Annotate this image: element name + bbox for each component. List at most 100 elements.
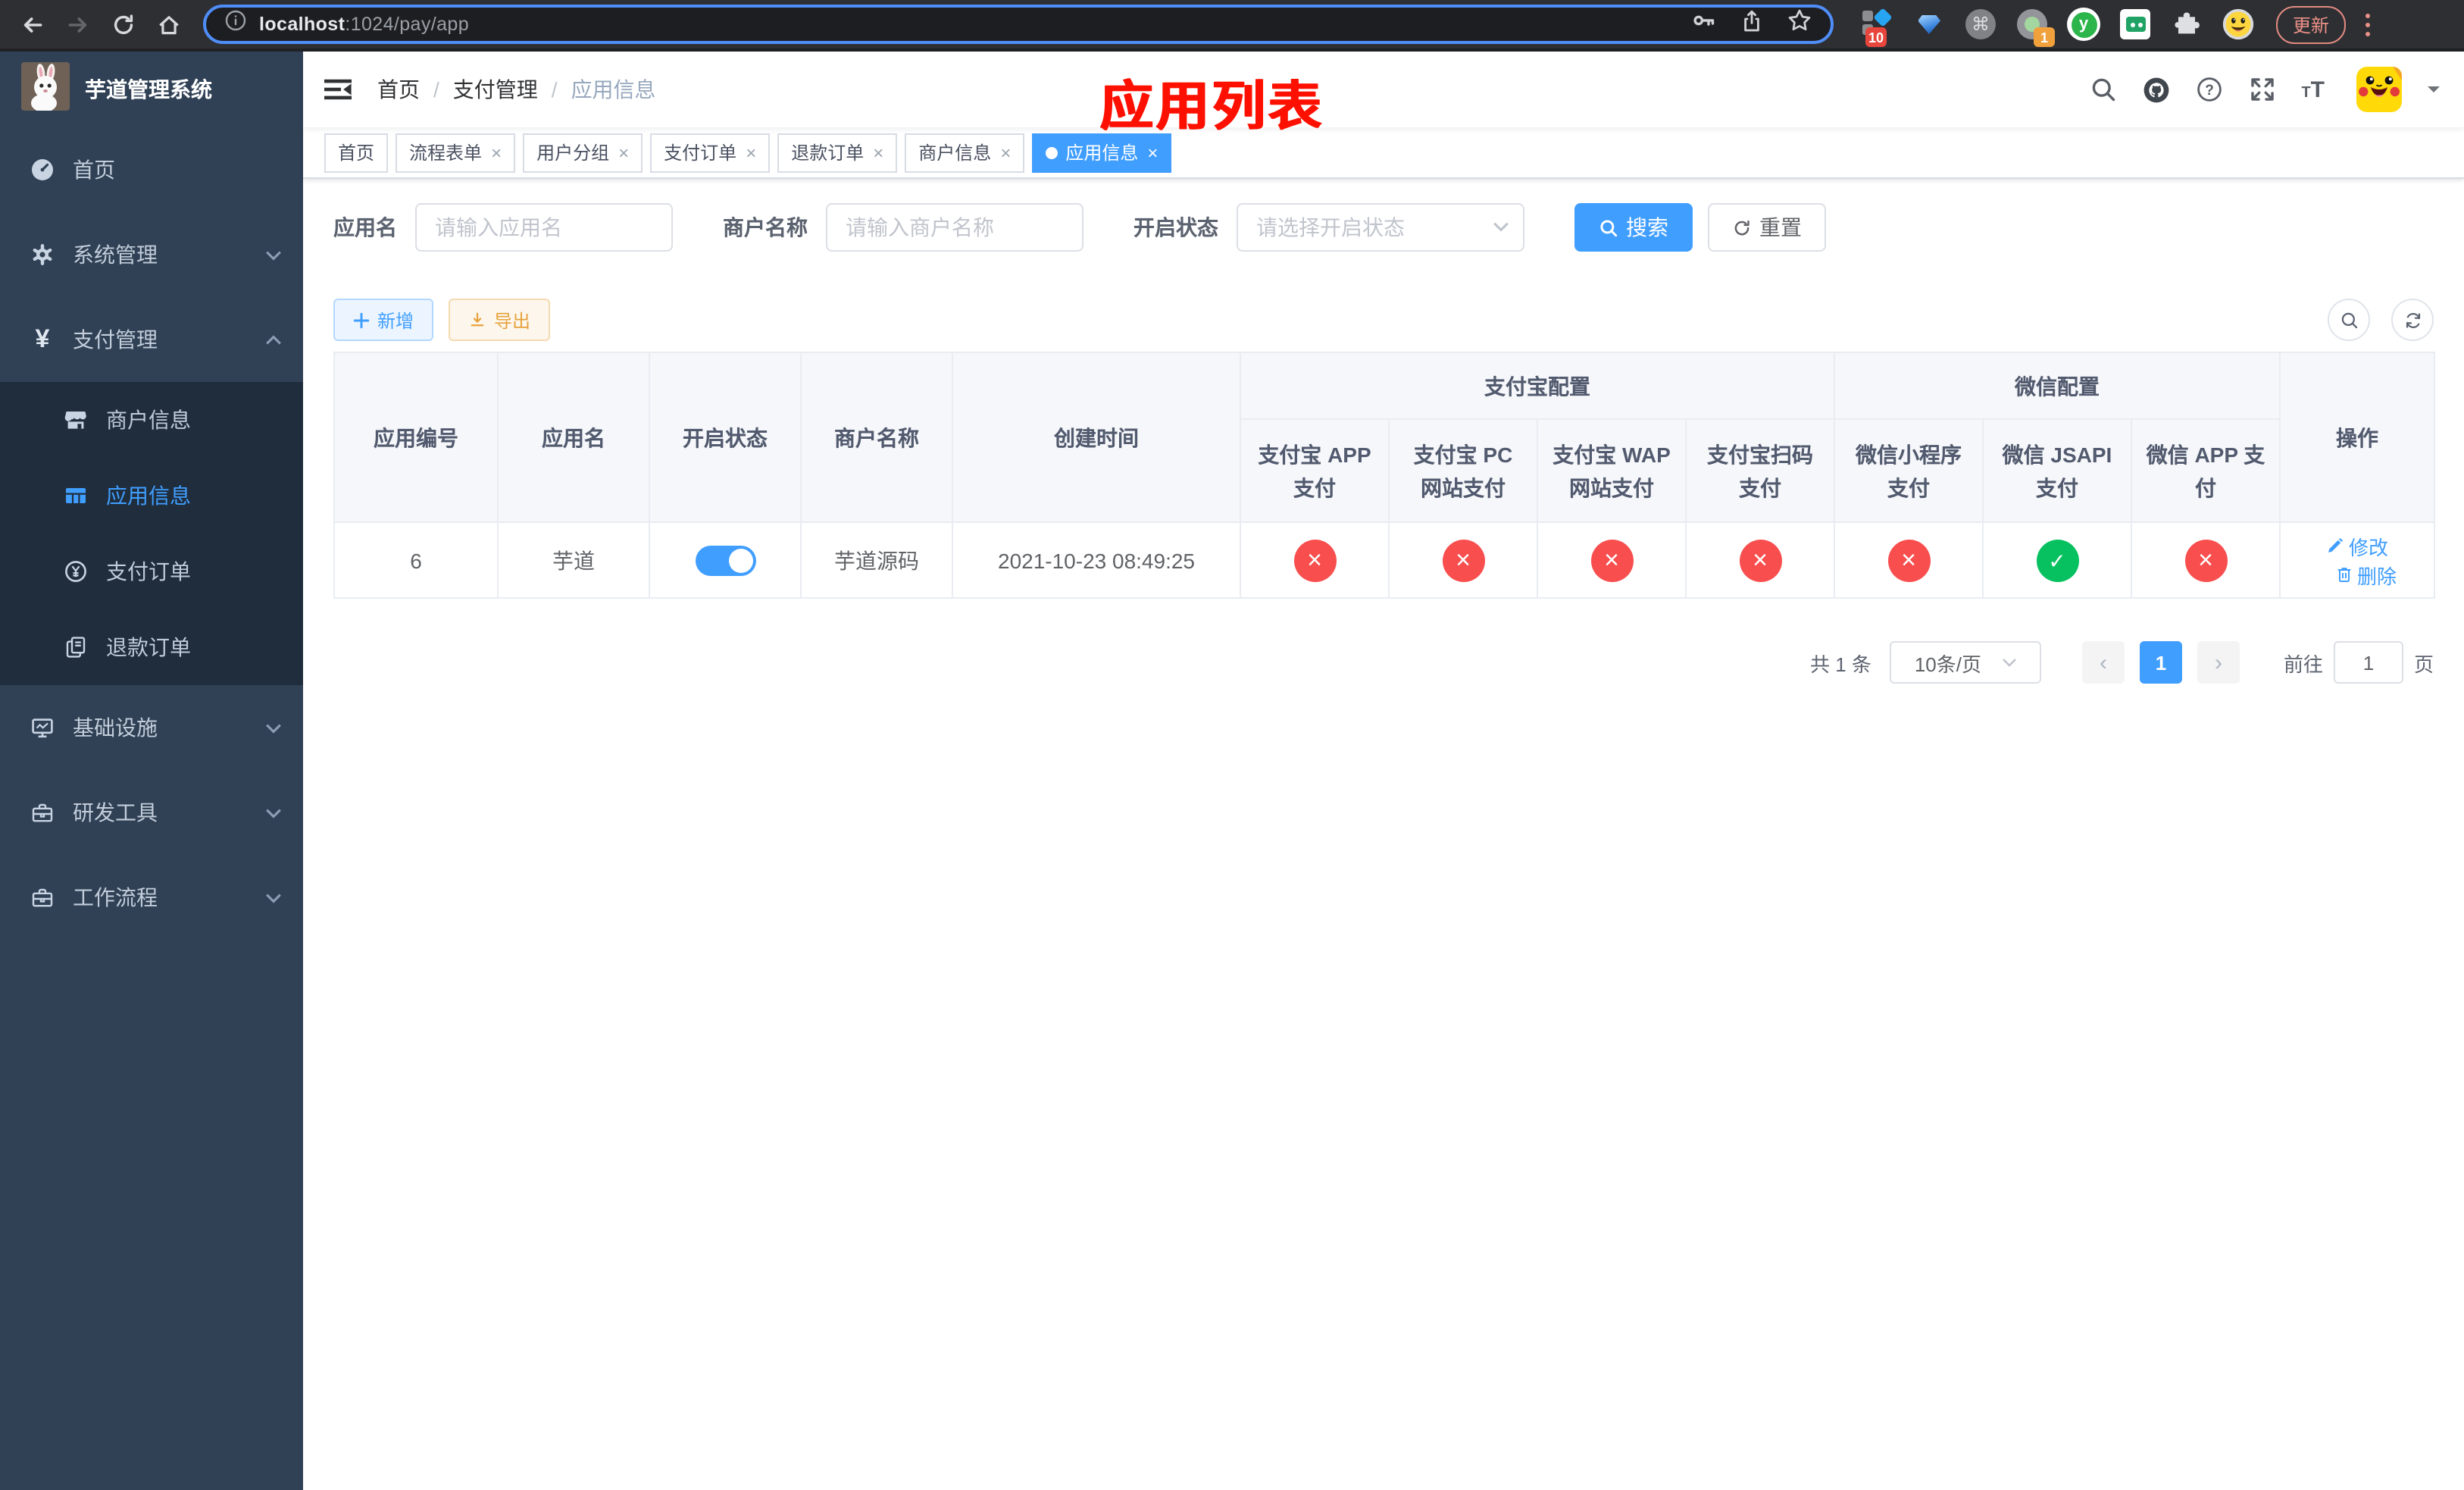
url-text[interactable]: localhost:1024/pay/app [259,14,469,35]
browser-menu-icon[interactable] [2364,13,2370,36]
delete-link[interactable]: 删除 [2334,560,2397,589]
browser-update-button[interactable]: 更新 [2276,5,2347,43]
sidebar-item-payment-management[interactable]: ¥ 支付管理 [0,297,303,382]
home-icon[interactable] [149,5,188,44]
back-icon[interactable] [12,5,52,44]
profile-avatar[interactable] [2222,8,2255,41]
cell-app-id: 6 [333,521,499,599]
status-toggle[interactable] [695,545,755,575]
monitor-icon [32,718,53,738]
sidebar-item-app-info[interactable]: 应用信息 [0,458,303,534]
status-label: 开启状态 [1134,215,1218,239]
breadcrumb-payment-management[interactable]: 支付管理 [453,74,538,105]
logo-rabbit-image [21,61,70,117]
search-icon[interactable] [2089,76,2116,103]
app-logo[interactable]: 芋道管理系统 [0,52,303,127]
extension-y-icon[interactable]: y [2067,8,2100,41]
plus-icon [353,311,370,328]
col-alipay-app: 支付宝 APP 支付 [1240,418,1390,523]
sidebar-item-infrastructure[interactable]: 基础设施 [0,685,303,770]
tab-process-form[interactable]: 流程表单 × [396,133,516,172]
add-button[interactable]: 新增 [333,299,434,341]
password-key-icon[interactable] [1691,8,1717,41]
prev-page-button[interactable]: ‹ [2081,641,2125,684]
next-page-button[interactable]: › [2197,641,2240,684]
table-row: 6 芋道 芋道源码 2021-10-23 08:49:25 × × × × × … [333,521,2436,599]
toggle-search-button[interactable] [2328,299,2370,341]
forward-icon[interactable] [58,5,97,44]
help-icon[interactable]: ? [2195,76,2222,103]
reset-button[interactable]: 重置 [1708,203,1826,252]
page-size-select[interactable]: 10条/页 [1889,641,2041,684]
address-bar[interactable]: localhost:1024/pay/app [203,5,1834,44]
filter-form: 应用名 商户名称 开启状态 [333,203,2434,252]
tab-user-group[interactable]: 用户分组 × [523,133,643,172]
refresh-icon [2405,311,2420,328]
cell-app-name: 芋道 [497,521,650,599]
chevron-down-icon [266,250,281,260]
tab-refund-order[interactable]: 退款订单 × [777,133,898,172]
hamburger-icon[interactable] [323,74,353,105]
fullscreen-icon[interactable] [2248,76,2275,103]
app-window: 芋道管理系统 首页 系统管理 ¥ 支付管理 商户信息 应用信息 支付订单 退款订… [0,52,2464,1490]
extension-chat-icon[interactable] [2118,8,2152,41]
chevron-up-icon [266,334,281,344]
tab-merchant-info[interactable]: 商户信息 × [905,133,1025,172]
user-avatar[interactable] [2356,67,2402,112]
tab-payment-order[interactable]: 支付订单 × [650,133,771,172]
status-wechat-jsapi-icon [2036,539,2078,581]
close-icon[interactable]: × [1000,143,1011,161]
sidebar-item-payment-order[interactable]: 支付订单 [0,534,303,609]
sidebar: 芋道管理系统 首页 系统管理 ¥ 支付管理 商户信息 应用信息 支付订单 退款订… [0,52,303,1490]
sidebar-item-workflow[interactable]: 工作流程 [0,855,303,940]
reload-icon[interactable] [103,5,142,44]
extension-recorder-icon[interactable]: 1 [2015,8,2055,47]
sidebar-item-refund-order[interactable]: 退款订单 [0,609,303,685]
close-icon[interactable]: × [1147,143,1158,161]
caret-down-icon[interactable] [2428,86,2440,99]
search-icon [2340,311,2357,328]
export-button[interactable]: 导出 [449,299,551,341]
chevron-down-icon [2002,659,2015,667]
active-dot [1046,146,1058,158]
extension-command-icon[interactable]: ⌘ [1964,8,1997,41]
sidebar-item-merchant-info[interactable]: 商户信息 [0,382,303,458]
site-info-icon[interactable] [224,9,247,39]
app-name-input[interactable] [415,203,673,252]
status-alipay-wap-icon [1590,539,1633,581]
font-size-icon[interactable]: TT [2301,77,2325,102]
close-icon[interactable]: × [873,143,883,161]
refresh-table-button[interactable] [2391,299,2434,341]
edit-link[interactable]: 修改 [2326,531,2388,560]
sidebar-item-dev-tools[interactable]: 研发工具 [0,770,303,855]
cell-create-time: 2021-10-23 08:49:25 [952,521,1241,599]
dashboard-icon [32,159,53,180]
col-wechat-jsapi: 微信 JSAPI 支付 [1982,418,2132,523]
toolbox-icon [32,803,53,822]
sidebar-item-system-management[interactable]: 系统管理 [0,212,303,297]
github-icon[interactable] [2142,76,2169,103]
shop-icon [64,412,86,429]
extension-grid-icon[interactable]: 10 [1861,8,1894,47]
extension-gem-icon[interactable] [1912,8,1946,41]
status-select[interactable] [1237,203,1524,252]
breadcrumb: 首页 / 支付管理 / 应用信息 [377,74,656,105]
share-icon[interactable] [1740,8,1764,40]
close-icon[interactable]: × [491,143,502,161]
tab-home[interactable]: 首页 [324,133,389,172]
merchant-name-input[interactable] [826,203,1083,252]
close-icon[interactable]: × [618,143,629,161]
breadcrumb-home[interactable]: 首页 [377,74,420,105]
bookmark-star-icon[interactable] [1787,8,1812,41]
annotation-app-list: 应用列表 [1100,77,1325,136]
col-group-alipay: 支付宝配置 [1240,352,1835,420]
page-1-button[interactable]: 1 [2139,641,2182,684]
goto-page-input[interactable] [2333,641,2403,684]
sidebar-item-home[interactable]: 首页 [0,127,303,212]
extensions-puzzle-icon[interactable] [2170,8,2203,41]
status-alipay-qr-icon [1739,539,1781,581]
extensions-cluster: 10 ⌘ 1 y [1861,8,2255,47]
col-app-id: 应用编号 [333,352,499,523]
search-button[interactable]: 搜索 [1574,203,1693,252]
close-icon[interactable]: × [746,143,756,161]
